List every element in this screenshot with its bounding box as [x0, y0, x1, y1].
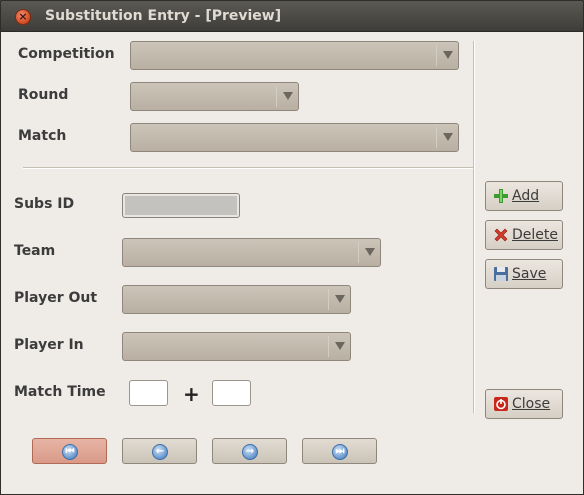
dropdown-separator [328, 336, 329, 357]
last-record-icon: ⏭ [332, 444, 348, 460]
power-icon [494, 397, 508, 411]
dropdown-separator [436, 127, 437, 148]
add-button[interactable]: Add [485, 181, 563, 211]
add-label: Add [512, 188, 540, 204]
first-record-icon: ⏮ [62, 444, 78, 460]
substitution-entry-window: × Substitution Entry - [Preview] Competi… [0, 0, 584, 495]
dropdown-separator [328, 289, 329, 310]
player-in-label: Player In [14, 337, 84, 353]
dropdown-separator [276, 86, 277, 107]
match-time-minutes-field[interactable] [129, 380, 168, 406]
round-label: Round [18, 87, 69, 103]
chevron-down-icon [335, 295, 345, 303]
arrow-right-icon: → [242, 444, 258, 460]
window-title: Substitution Entry - [Preview] [45, 8, 282, 24]
subs-id-field[interactable] [122, 193, 240, 218]
next-record-button[interactable]: → [212, 438, 287, 464]
chevron-down-icon [335, 342, 345, 350]
subs-id-label: Subs ID [14, 196, 75, 212]
match-time-added-field[interactable] [212, 380, 251, 406]
previous-record-button[interactable]: ← [122, 438, 197, 464]
dropdown-separator [358, 242, 359, 263]
round-dropdown[interactable] [130, 82, 299, 111]
player-out-label: Player Out [14, 290, 98, 306]
competition-dropdown[interactable] [130, 41, 459, 70]
player-in-dropdown[interactable] [122, 332, 351, 361]
save-label: Save [512, 266, 547, 282]
close-label: Close [512, 396, 551, 412]
plus-sign: + [183, 382, 200, 406]
close-button[interactable]: Close [485, 389, 563, 419]
match-label: Match [18, 128, 67, 144]
dropdown-separator [436, 45, 437, 66]
match-dropdown[interactable] [130, 123, 459, 152]
delete-icon [494, 228, 508, 242]
save-icon [494, 267, 508, 281]
add-icon [494, 189, 508, 203]
chevron-down-icon [365, 248, 375, 256]
match-time-label: Match Time [14, 384, 106, 400]
chevron-down-icon [443, 51, 453, 59]
horizontal-divider [23, 167, 473, 169]
player-out-dropdown[interactable] [122, 285, 351, 314]
delete-button[interactable]: Delete [485, 220, 563, 250]
vertical-divider [473, 41, 475, 413]
save-button[interactable]: Save [485, 259, 563, 289]
competition-label: Competition [18, 46, 115, 62]
team-label: Team [14, 243, 56, 259]
title-bar: × Substitution Entry - [Preview] [1, 1, 583, 32]
arrow-left-icon: ← [152, 444, 168, 460]
chevron-down-icon [283, 92, 293, 100]
window-close-icon[interactable]: × [15, 9, 31, 25]
first-record-button[interactable]: ⏮ [32, 438, 107, 464]
last-record-button[interactable]: ⏭ [302, 438, 377, 464]
chevron-down-icon [443, 133, 453, 141]
delete-label: Delete [512, 227, 558, 243]
team-dropdown[interactable] [122, 238, 381, 267]
